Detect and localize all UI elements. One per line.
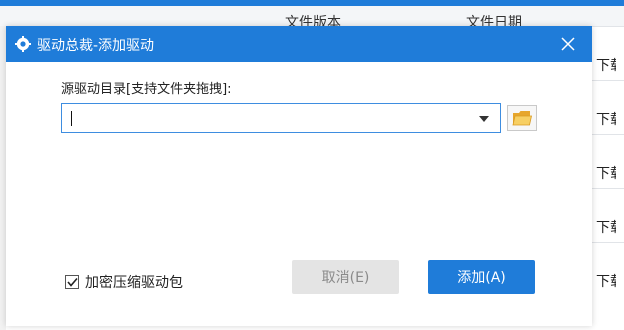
table-row: 下载 — [592, 242, 624, 297]
gear-icon — [15, 36, 31, 52]
dialog-titlebar[interactable]: 驱动总裁-添加驱动 — [6, 26, 592, 62]
table-row: 下载 — [592, 80, 624, 135]
background-table-rows: 下载 下载 下载 下载 下载 — [592, 26, 624, 330]
browse-folder-button[interactable] — [507, 105, 537, 131]
close-icon — [561, 37, 575, 51]
add-button[interactable]: 添加(A) — [428, 260, 535, 294]
download-link[interactable]: 下载 — [596, 55, 616, 75]
background-table-header: 文件版本 文件日期 — [0, 6, 624, 31]
download-link[interactable]: 下载 — [596, 271, 616, 291]
encrypt-compress-label: 加密压缩驱动包 — [85, 275, 183, 291]
chevron-down-icon[interactable] — [478, 115, 490, 123]
table-row: 下载 — [592, 26, 624, 81]
close-button[interactable] — [554, 30, 582, 58]
add-driver-dialog: 驱动总裁-添加驱动 源驱动目录[支持文件夹拖拽]: 加密压缩驱动包 取消(E) … — [6, 26, 592, 326]
source-directory-combobox[interactable] — [61, 103, 501, 133]
encrypt-compress-option[interactable]: 加密压缩驱动包 — [65, 272, 183, 292]
encrypt-compress-checkbox[interactable] — [65, 275, 79, 289]
text-cursor — [71, 111, 72, 126]
folder-open-icon — [512, 111, 532, 126]
table-row: 下载 — [592, 134, 624, 189]
source-directory-label: 源驱动目录[支持文件夹拖拽]: — [61, 82, 232, 97]
table-row: 下载 — [592, 188, 624, 243]
cancel-button[interactable]: 取消(E) — [292, 260, 399, 294]
download-link[interactable]: 下载 — [596, 217, 616, 237]
dialog-title: 驱动总裁-添加驱动 — [37, 38, 155, 54]
download-link[interactable]: 下载 — [596, 163, 616, 183]
download-link[interactable]: 下载 — [596, 109, 616, 129]
source-directory-input[interactable] — [70, 107, 470, 129]
checkmark-icon — [66, 277, 78, 287]
